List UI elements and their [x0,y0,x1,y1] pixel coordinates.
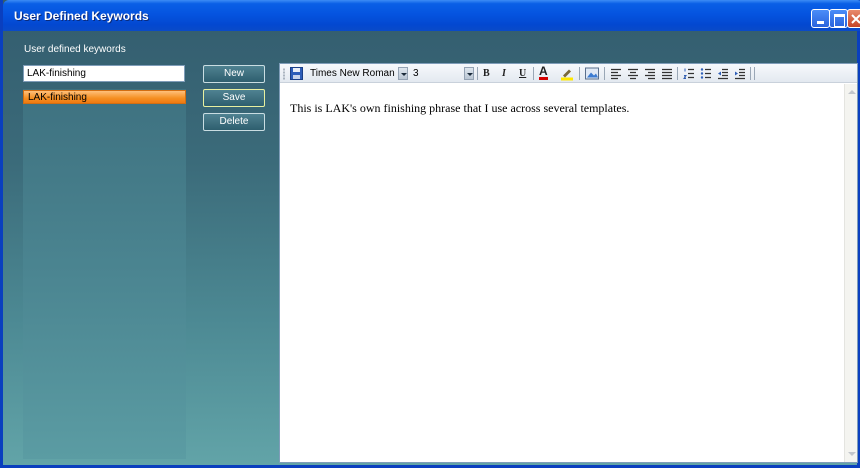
user-defined-keywords-window: User Defined Keywords User defined keywo… [0,0,860,468]
scroll-down-arrow-icon[interactable] [846,448,857,461]
maximize-button[interactable] [829,9,848,28]
save-button[interactable]: Save [203,89,265,107]
keyword-list[interactable]: LAK-finishing [23,89,186,459]
editor-content[interactable]: This is LAK's own finishing phrase that … [290,101,629,116]
new-button[interactable]: New [203,65,265,83]
align-center-icon[interactable] [627,66,639,81]
highlight-icon[interactable] [560,66,574,81]
font-size-select[interactable]: 3 [413,66,419,81]
minimize-button[interactable] [811,9,830,28]
keyword-name-input[interactable] [23,65,185,82]
toolbar-grip-icon[interactable] [283,68,285,80]
align-right-icon[interactable] [644,66,656,81]
toolbar-separator [750,67,751,80]
justify-icon[interactable] [661,66,673,81]
keywords-section-label: User defined keywords [24,44,126,55]
toolbar-separator [533,67,534,80]
editor-vertical-scrollbar[interactable] [844,84,857,462]
insert-image-icon[interactable] [585,66,599,81]
font-color-icon[interactable]: A [539,65,548,80]
keyword-list-item[interactable]: LAK-finishing [23,90,186,104]
font-name-dropdown-icon[interactable] [398,67,408,80]
outdent-icon[interactable] [717,66,729,81]
close-icon [851,14,860,24]
save-icon[interactable] [290,66,303,81]
indent-icon[interactable] [734,66,746,81]
toolbar-separator [677,67,678,80]
rich-text-editor[interactable]: Times New Roman 3 B I U A This is LAK's … [279,63,858,463]
bold-icon[interactable]: B [483,66,490,81]
toolbar-separator [579,67,580,80]
underline-icon[interactable]: U [519,66,526,81]
toolbar-separator [754,67,755,80]
font-size-dropdown-icon[interactable] [464,67,474,80]
title-bar[interactable]: User Defined Keywords [3,0,860,31]
numbered-list-icon[interactable] [683,66,695,81]
italic-icon[interactable]: I [502,66,506,81]
toolbar-separator [477,67,478,80]
font-name-select[interactable]: Times New Roman [310,66,395,81]
close-button[interactable] [847,9,860,28]
window-title: User Defined Keywords [14,9,149,23]
delete-button[interactable]: Delete [203,113,265,131]
formatting-toolbar: Times New Roman 3 B I U A [280,64,857,83]
scroll-up-arrow-icon[interactable] [846,85,857,98]
align-left-icon[interactable] [610,66,622,81]
toolbar-separator [604,67,605,80]
bullet-list-icon[interactable] [700,66,712,81]
